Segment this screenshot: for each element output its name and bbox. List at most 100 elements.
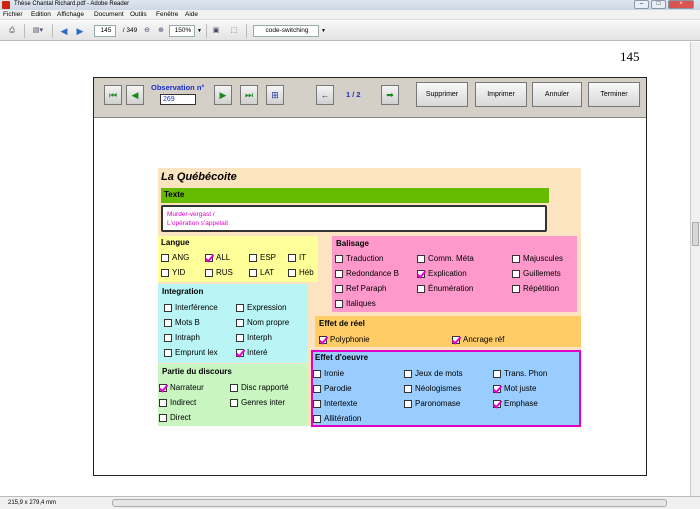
checkbox-box[interactable] — [164, 318, 172, 327]
checkbox-box[interactable] — [164, 333, 172, 342]
checkbox-oeuvre-parodie[interactable]: Parodie — [313, 384, 352, 393]
checkbox-integration-expression[interactable]: Expression — [236, 303, 287, 312]
checkbox-integration-interf-rence[interactable]: Interférence — [164, 303, 218, 312]
checkbox-partie-direct[interactable]: Direct — [159, 413, 191, 422]
checkbox-box[interactable] — [236, 333, 244, 342]
checkbox-reel-polyphonie[interactable]: Polyphonie — [319, 335, 370, 344]
close-button[interactable]: × — [668, 0, 694, 9]
menu-fenetre[interactable]: Fenêtre — [156, 11, 178, 18]
menu-document[interactable]: Document — [94, 11, 124, 18]
search-input[interactable]: code-switching — [253, 25, 319, 37]
new-record-icon[interactable]: ⊞ — [266, 85, 284, 105]
search-dropdown-icon[interactable]: ▼ — [320, 25, 327, 37]
menu-aide[interactable]: Aide — [185, 11, 198, 18]
checkbox-box[interactable] — [493, 399, 501, 408]
checkbox-integration-mots-b[interactable]: Mots B — [164, 318, 200, 327]
checkbox-balisage-num-ration[interactable]: Énumération — [417, 284, 473, 293]
checkbox-box[interactable] — [493, 369, 501, 378]
checkbox-langue-h-b[interactable]: Héb — [288, 268, 314, 277]
checkbox-box[interactable] — [404, 399, 412, 408]
zoom-dropdown-icon[interactable]: ▼ — [196, 25, 203, 37]
checkbox-integration-intraph[interactable]: Intraph — [164, 333, 200, 342]
checkbox-box[interactable] — [512, 254, 520, 263]
page-tools-icon[interactable]: ▤▾ — [29, 25, 47, 37]
checkbox-oeuvre-emphase[interactable]: Emphase — [493, 399, 538, 408]
checkbox-balisage-majuscules[interactable]: Majuscules — [512, 254, 563, 263]
texte-field[interactable]: Murder-vergast / L'opération s'appelait — [161, 205, 547, 232]
checkbox-balisage-r-p-tition[interactable]: Répétition — [512, 284, 559, 293]
checkbox-box[interactable] — [249, 253, 257, 262]
checkbox-box[interactable] — [159, 413, 167, 422]
annuler-button[interactable]: Annuler — [532, 82, 582, 107]
forward-arrow-button[interactable]: ➡ — [381, 85, 399, 105]
checkbox-box[interactable] — [452, 335, 460, 344]
checkbox-box[interactable] — [335, 299, 343, 308]
checkbox-integration-interph[interactable]: Interph — [236, 333, 272, 342]
checkbox-box[interactable] — [335, 284, 343, 293]
menu-edition[interactable]: Edition — [31, 11, 51, 18]
fit-width-icon[interactable]: ⬚ — [228, 25, 240, 37]
checkbox-balisage-redondance-b[interactable]: Redondance B — [335, 269, 399, 278]
maximize-button[interactable]: □ — [651, 0, 666, 9]
checkbox-box[interactable] — [493, 384, 501, 393]
checkbox-langue-rus[interactable]: RUS — [205, 268, 233, 277]
checkbox-partie-narrateur[interactable]: Narrateur — [159, 383, 204, 392]
horizontal-scrollbar[interactable] — [112, 499, 667, 507]
checkbox-box[interactable] — [159, 398, 167, 407]
previous-record-button[interactable]: ◀ — [126, 85, 144, 105]
previous-page-icon[interactable]: ◀ — [58, 25, 70, 37]
checkbox-oeuvre-ironie[interactable]: Ironie — [313, 369, 344, 378]
back-arrow-button[interactable]: ← — [316, 85, 334, 105]
checkbox-balisage-traduction[interactable]: Traduction — [335, 254, 384, 263]
zoom-out-icon[interactable]: ⊖ — [141, 25, 153, 37]
zoom-in-icon[interactable]: ⊕ — [155, 25, 167, 37]
checkbox-box[interactable] — [313, 399, 321, 408]
checkbox-langue-all[interactable]: ALL — [205, 253, 230, 262]
checkbox-box[interactable] — [313, 384, 321, 393]
checkbox-box[interactable] — [404, 384, 412, 393]
checkbox-box[interactable] — [236, 303, 244, 312]
checkbox-balisage-comm-m-ta[interactable]: Comm. Méta — [417, 254, 474, 263]
checkbox-box[interactable] — [313, 369, 321, 378]
checkbox-langue-lat[interactable]: LAT — [249, 268, 274, 277]
checkbox-partie-genres-inter[interactable]: Genres inter — [230, 398, 285, 407]
checkbox-box[interactable] — [288, 253, 296, 262]
checkbox-box[interactable] — [335, 254, 343, 263]
checkbox-box[interactable] — [161, 253, 169, 262]
checkbox-box[interactable] — [249, 268, 257, 277]
checkbox-box[interactable] — [161, 268, 169, 277]
checkbox-box[interactable] — [335, 269, 343, 278]
next-record-button[interactable]: ▶ — [214, 85, 232, 105]
terminer-button[interactable]: Terminer — [588, 82, 640, 107]
checkbox-box[interactable] — [512, 269, 520, 278]
checkbox-box[interactable] — [164, 303, 172, 312]
checkbox-oeuvre-mot-juste[interactable]: Mot juste — [493, 384, 536, 393]
menu-affichage[interactable]: Affichage — [57, 11, 84, 18]
menu-fichier[interactable]: Fichier — [3, 11, 23, 18]
checkbox-box[interactable] — [313, 414, 321, 423]
checkbox-oeuvre-paronomase[interactable]: Paronomase — [404, 399, 460, 408]
checkbox-box[interactable] — [417, 269, 425, 278]
checkbox-box[interactable] — [319, 335, 327, 344]
checkbox-integration-inter[interactable]: Interé — [236, 348, 267, 357]
scroll-thumb[interactable] — [692, 222, 699, 246]
print-icon[interactable]: ⎙ — [5, 25, 19, 37]
checkbox-box[interactable] — [288, 268, 296, 277]
checkbox-reel-ancrage-r-f[interactable]: Ancrage réf — [452, 335, 504, 344]
checkbox-partie-disc-rapport[interactable]: Disc rapporté — [230, 383, 289, 392]
checkbox-box[interactable] — [236, 318, 244, 327]
checkbox-balisage-guillemets[interactable]: Guillemets — [512, 269, 561, 278]
checkbox-integration-emprunt-lex[interactable]: Emprunt lex — [164, 348, 218, 357]
checkbox-box[interactable] — [205, 268, 213, 277]
vertical-scrollbar[interactable] — [690, 42, 700, 496]
first-record-button[interactable]: ⏮ — [104, 85, 122, 105]
checkbox-box[interactable] — [417, 284, 425, 293]
checkbox-balisage-explication[interactable]: Explication — [417, 269, 467, 278]
checkbox-box[interactable] — [417, 254, 425, 263]
page-number-input[interactable]: 145 — [94, 25, 116, 37]
next-page-icon[interactable]: ▶ — [74, 25, 86, 37]
checkbox-langue-esp[interactable]: ESP — [249, 253, 276, 262]
checkbox-partie-indirect[interactable]: Indirect — [159, 398, 196, 407]
checkbox-balisage-ref-paraph[interactable]: Ref Paraph — [335, 284, 386, 293]
checkbox-oeuvre-intertexte[interactable]: Intertexte — [313, 399, 357, 408]
